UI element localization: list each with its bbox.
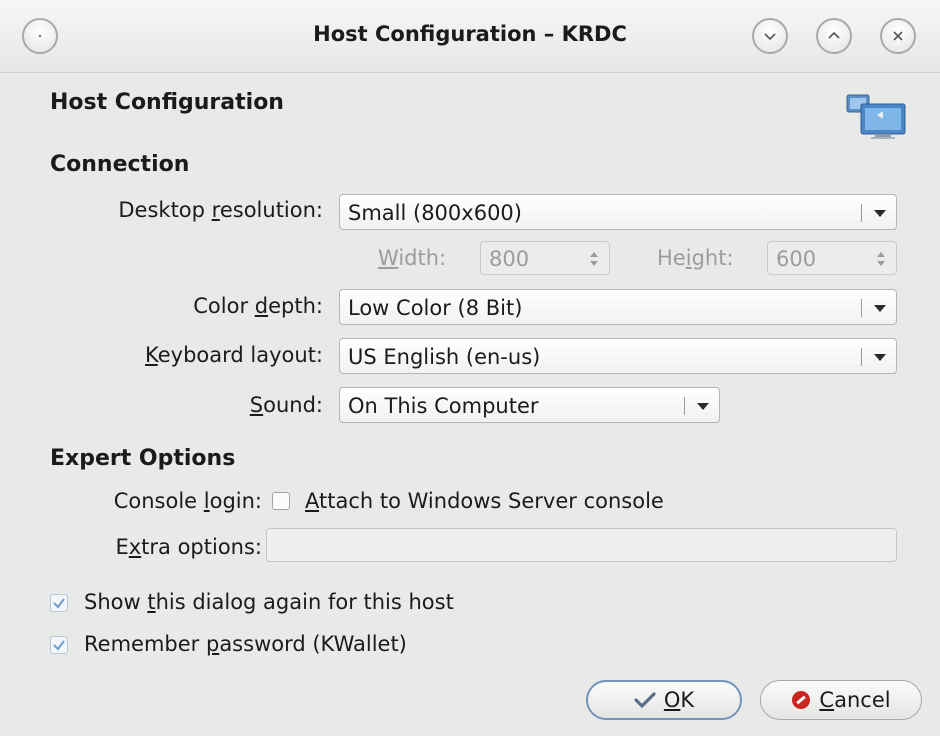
dropdown-arrow-icon <box>697 403 709 410</box>
dropdown-arrow-icon <box>874 210 886 217</box>
cancel-button-label: Cancel <box>819 688 891 712</box>
extra-options-label: Extra options: <box>115 535 262 559</box>
desktop-resolution-select[interactable]: Small (800x600) <box>339 194 897 230</box>
sound-label: Sound: <box>249 393 323 417</box>
console-login-label: Console login: <box>113 489 262 513</box>
checkmark-icon <box>634 692 656 709</box>
color-depth-value: Low Color (8 Bit) <box>348 296 523 320</box>
extra-options-input[interactable] <box>266 528 897 562</box>
width-value: 800 <box>489 247 530 271</box>
close-icon <box>893 31 903 41</box>
ok-button[interactable]: OK <box>586 680 742 720</box>
desktop-resolution-value: Small (800x600) <box>348 201 522 225</box>
sound-value: On This Computer <box>348 394 539 418</box>
chevron-up-icon <box>828 31 840 39</box>
height-value: 600 <box>776 247 817 271</box>
window-title: Host Configuration – KRDC <box>313 22 627 46</box>
maximize-button[interactable] <box>816 18 852 54</box>
sound-select[interactable]: On This Computer <box>339 387 720 423</box>
color-depth-select[interactable]: Low Color (8 Bit) <box>339 289 897 325</box>
dropdown-arrow-icon <box>874 354 886 361</box>
keyboard-layout-value: US English (en-us) <box>348 345 541 369</box>
console-login-checkbox-label[interactable]: Attach to Windows Server console <box>305 489 664 513</box>
chevron-down-icon <box>764 33 776 41</box>
color-depth-label: Color depth: <box>193 294 323 318</box>
checkmark-icon <box>53 640 65 651</box>
remember-password-checkbox[interactable] <box>50 636 68 654</box>
spin-arrows-icon <box>877 252 885 266</box>
keyboard-layout-label: Keyboard layout: <box>145 343 323 367</box>
spin-arrows-icon <box>590 252 598 266</box>
keyboard-layout-select[interactable]: US English (en-us) <box>339 338 897 374</box>
dropdown-arrow-icon <box>874 305 886 312</box>
width-spinbox[interactable]: 800 <box>480 241 610 275</box>
close-button[interactable] <box>880 18 916 54</box>
remember-password-label[interactable]: Remember password (KWallet) <box>84 632 407 656</box>
minimize-button[interactable] <box>752 18 788 54</box>
console-login-checkbox[interactable] <box>272 492 290 510</box>
title-bar: Host Configuration – KRDC <box>0 0 940 73</box>
checkmark-icon <box>53 598 65 609</box>
cancel-button[interactable]: Cancel <box>760 680 922 720</box>
show-dialog-label[interactable]: Show this dialog again for this host <box>84 590 454 614</box>
height-spinbox[interactable]: 600 <box>767 241 897 275</box>
width-label: Width: <box>378 246 447 270</box>
show-dialog-checkbox[interactable] <box>50 594 68 612</box>
expert-options-heading: Expert Options <box>50 446 236 471</box>
desktop-resolution-label: Desktop resolution: <box>118 198 323 222</box>
cancel-icon <box>792 691 811 709</box>
page-title: Host Configuration <box>50 90 284 115</box>
height-label: Height: <box>657 246 734 270</box>
ok-button-label: OK <box>663 688 695 712</box>
remote-desktop-icon <box>846 94 906 139</box>
connection-heading: Connection <box>50 152 190 177</box>
